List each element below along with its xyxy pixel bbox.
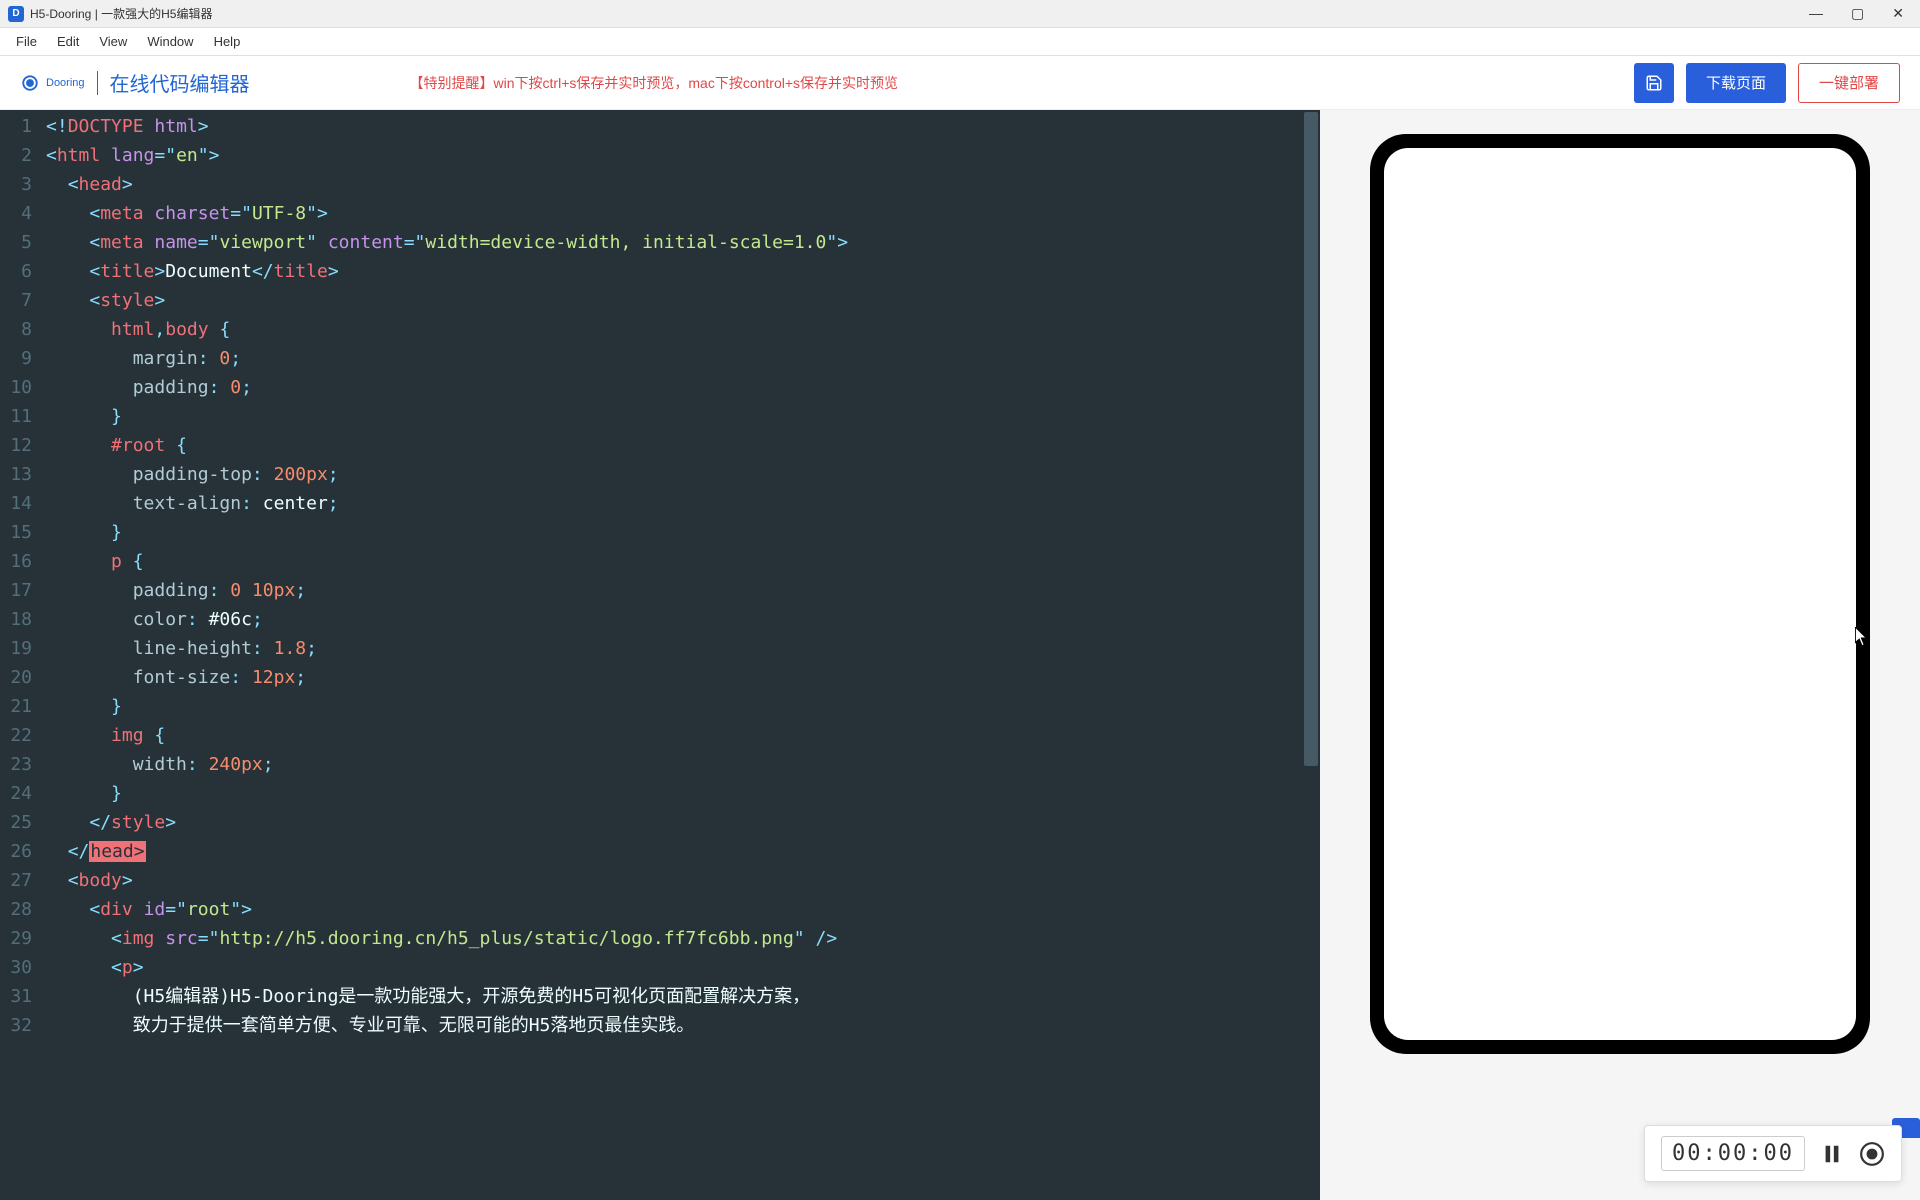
tip-text: win下按ctrl+s保存并实时预览，mac下按control+s保存并实时预览 [494, 75, 899, 91]
scrollbar-thumb[interactable] [1304, 112, 1318, 766]
record-button[interactable] [1859, 1141, 1885, 1167]
save-icon [1645, 74, 1663, 92]
logo-text: Dooring [46, 77, 85, 89]
recorder-timer: 00:00:00 [1661, 1136, 1805, 1171]
minimize-button[interactable]: — [1809, 5, 1823, 22]
preview-panel [1320, 110, 1920, 1200]
close-button[interactable]: ✕ [1892, 5, 1904, 22]
menu-view[interactable]: View [89, 30, 137, 53]
logo-icon [20, 73, 40, 93]
deploy-button[interactable]: 一键部署 [1798, 63, 1900, 103]
save-tip: 【特别提醒】win下按ctrl+s保存并实时预览，mac下按control+s保… [410, 73, 899, 93]
device-screen[interactable] [1384, 148, 1856, 1040]
toolbar: Dooring 在线代码编辑器 【特别提醒】win下按ctrl+s保存并实时预览… [0, 56, 1920, 110]
window-title: H5-Dooring | 一款强大的H5编辑器 [30, 5, 213, 22]
app-icon: D [8, 6, 24, 22]
code-content[interactable]: <!DOCTYPE html><html lang="en"> <head> <… [40, 110, 1320, 1200]
pause-icon [1821, 1141, 1843, 1167]
menu-help[interactable]: Help [204, 30, 251, 53]
page-title: 在线代码编辑器 [110, 68, 250, 97]
line-gutter: 1234567891011121314151617181920212223242… [0, 110, 40, 1200]
recorder-widget[interactable]: 00:00:00 [1644, 1125, 1902, 1182]
download-button[interactable]: 下载页面 [1686, 63, 1786, 103]
divider [97, 71, 98, 95]
record-icon [1859, 1141, 1885, 1167]
save-button[interactable] [1634, 63, 1674, 103]
menu-window[interactable]: Window [137, 30, 203, 53]
logo[interactable]: Dooring [20, 73, 85, 93]
device-frame [1370, 134, 1870, 1054]
menubar: File Edit View Window Help [0, 28, 1920, 56]
menu-file[interactable]: File [6, 30, 47, 53]
window-titlebar: D H5-Dooring | 一款强大的H5编辑器 — ▢ ✕ [0, 0, 1920, 28]
tip-label: 【特别提醒】 [410, 75, 494, 91]
pause-button[interactable] [1821, 1141, 1843, 1167]
vertical-scrollbar[interactable] [1302, 110, 1320, 1200]
menu-edit[interactable]: Edit [47, 30, 89, 53]
code-editor[interactable]: 1234567891011121314151617181920212223242… [0, 110, 1320, 1200]
maximize-button[interactable]: ▢ [1851, 5, 1864, 22]
